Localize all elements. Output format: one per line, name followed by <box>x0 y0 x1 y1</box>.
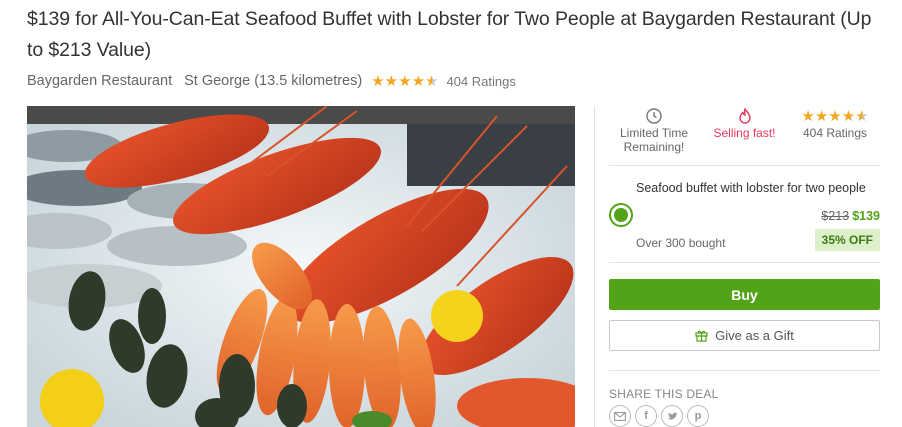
facebook-icon[interactable]: f <box>635 405 657 427</box>
star-icon: ★ <box>398 72 412 90</box>
gift-icon <box>695 330 708 342</box>
sidebar-divider <box>594 106 595 427</box>
buy-button[interactable]: Buy <box>609 279 880 310</box>
star-icon: ★ <box>411 72 426 90</box>
merchant-row: Baygarden Restaurant St George (13.5 kil… <box>27 70 516 92</box>
merchant-location: St George (13.5 kilometres) <box>184 73 363 89</box>
rating-badge-label: 404 Ratings <box>802 126 868 140</box>
option-radio[interactable] <box>609 203 633 227</box>
divider <box>609 370 880 371</box>
gift-label: Give as a Gift <box>715 328 794 343</box>
half-star-icon: ★ <box>425 72 439 90</box>
twitter-icon[interactable] <box>661 405 683 427</box>
seafood-buffet-photo[interactable] <box>27 106 575 427</box>
rating-badge[interactable]: ★ ★ ★ ★ ★ 404 Ratings <box>790 106 880 166</box>
deal-title: $139 for All-You-Can-Eat Seafood Buffet … <box>27 8 872 61</box>
radio-selected-dot <box>614 208 628 222</box>
option-prices: $213 $139 <box>821 209 880 223</box>
selling-fast-badge: Selling fast! <box>700 106 790 166</box>
limited-time-badge: Limited Time Remaining! <box>609 106 699 166</box>
seafood-illustration <box>27 106 575 427</box>
pinterest-icon[interactable]: p <box>687 405 709 427</box>
option-title: Seafood buffet with lobster for two peop… <box>636 181 866 195</box>
star-icon: ★ <box>841 107 856 125</box>
rating-stars[interactable]: ★ ★ ★ ★ ★ <box>371 74 438 89</box>
give-as-gift-button[interactable]: Give as a Gift <box>609 320 880 351</box>
divider <box>609 262 880 263</box>
clock-icon <box>646 106 662 126</box>
email-icon[interactable] <box>609 405 631 427</box>
deal-badges: Limited Time Remaining! Selling fast! ★ … <box>609 106 880 166</box>
star-icon: ★ <box>371 72 385 90</box>
discount-badge: 35% OFF <box>814 229 880 251</box>
star-icon: ★ <box>801 107 815 125</box>
original-price: $213 <box>821 209 850 223</box>
share-icons: f p <box>609 405 713 427</box>
merchant-name[interactable]: Baygarden Restaurant <box>27 73 172 89</box>
share-label: SHARE THIS DEAL <box>609 387 719 401</box>
bought-count: Over 300 bought <box>636 236 726 250</box>
star-icon: ★ <box>814 107 829 125</box>
deal-price: $139 <box>852 209 880 223</box>
selling-fast-label: Selling fast! <box>713 126 776 140</box>
rating-stars-small: ★ ★ ★ ★ ★ <box>801 106 868 126</box>
star-icon: ★ <box>828 107 842 125</box>
ratings-count[interactable]: 404 Ratings <box>446 74 515 89</box>
star-icon: ★ <box>384 72 399 90</box>
half-star-icon: ★ <box>855 107 869 125</box>
flame-icon <box>738 106 752 126</box>
divider <box>609 165 880 166</box>
limited-time-label: Limited Time Remaining! <box>619 126 689 154</box>
